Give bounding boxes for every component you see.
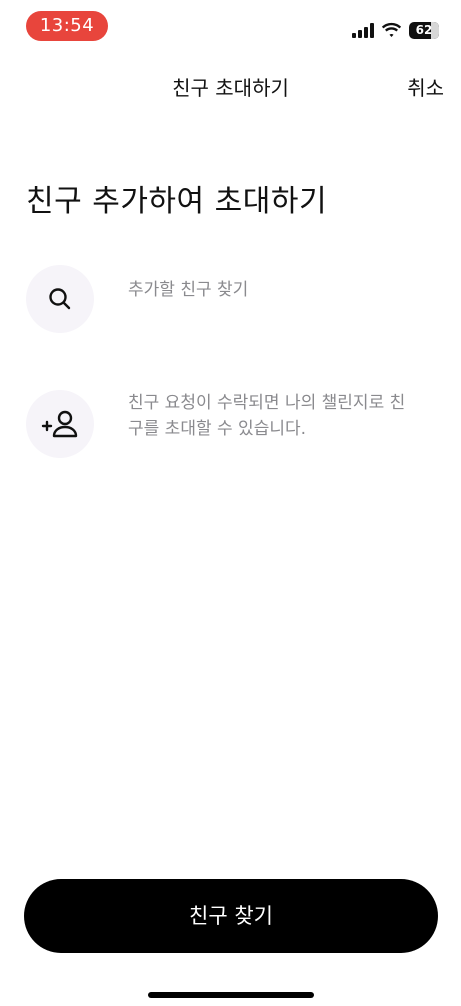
info-line-1: 친구 요청이 수락되면 나의 챌린지로 친 <box>128 393 406 413</box>
battery-level: 62 <box>415 22 433 37</box>
system-icons: 62 <box>352 20 439 40</box>
info-line-2: 구를 초대할 수 있습니다. <box>128 419 307 439</box>
wifi-icon <box>381 22 402 37</box>
add-person-icon <box>41 410 78 438</box>
cellular-signal-icon <box>352 22 374 38</box>
home-indicator[interactable] <box>148 992 314 998</box>
search-icon-circle <box>26 265 94 333</box>
add-person-icon-circle <box>26 390 94 458</box>
search-friends-option[interactable]: 추가할 친구 찾기 <box>26 265 446 333</box>
battery-icon: 62 <box>409 21 439 39</box>
navigation-bar: 친구 초대하기 취소 <box>0 60 461 110</box>
find-friends-button[interactable]: 친구 찾기 <box>24 879 438 953</box>
cancel-button[interactable]: 취소 <box>407 72 444 101</box>
page-title: 친구 초대하기 <box>172 76 289 100</box>
section-headline: 친구 추가하여 초대하기 <box>26 184 328 219</box>
status-bar: 13:54 62 <box>0 0 461 54</box>
search-friends-label: 추가할 친구 찾기 <box>128 280 249 300</box>
search-icon <box>49 288 71 310</box>
friend-request-info-text: 친구 요청이 수락되면 나의 챌린지로 친 구를 초대할 수 있습니다. <box>128 390 405 442</box>
friend-request-info: 친구 요청이 수락되면 나의 챌린지로 친 구를 초대할 수 있습니다. <box>26 390 446 458</box>
status-time[interactable]: 13:54 <box>26 11 108 41</box>
